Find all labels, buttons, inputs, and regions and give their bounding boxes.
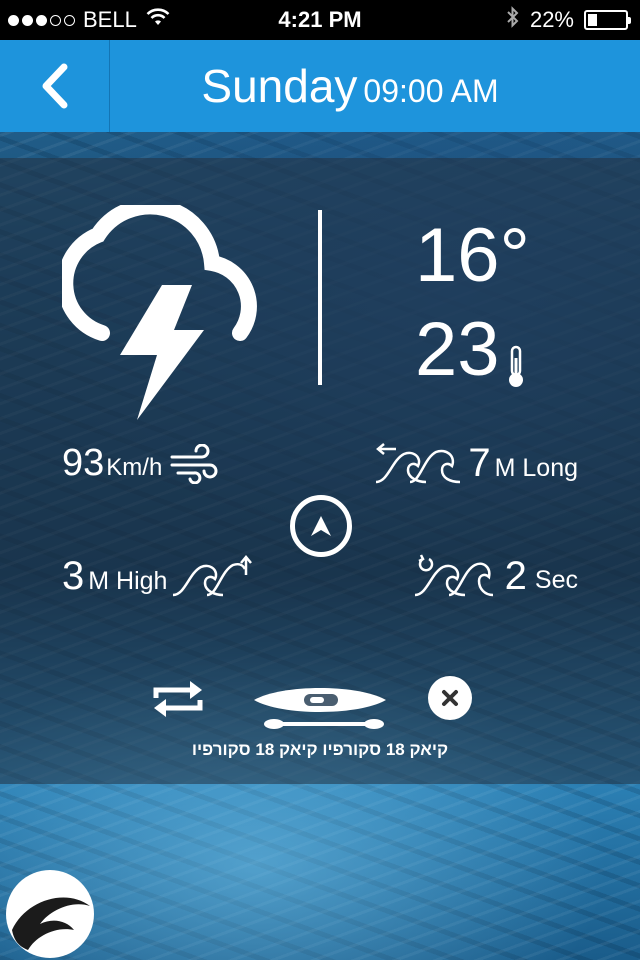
battery-percent: 22% <box>529 7 574 32</box>
wave-height: 3 M High <box>62 553 253 599</box>
kayak-icon <box>252 680 388 737</box>
forecast-time: 09:00 AM <box>363 73 499 109</box>
bluetooth-icon <box>506 6 520 34</box>
thunderstorm-icon <box>57 198 262 425</box>
wind-icon <box>170 443 218 484</box>
divider <box>318 210 322 385</box>
repeat-button[interactable] <box>150 678 206 725</box>
close-button[interactable] <box>428 676 472 720</box>
wave-period-value: 2 <box>504 553 527 598</box>
thermometer-icon <box>508 345 523 387</box>
wind-speed-unit: Km/h <box>106 453 163 481</box>
forecast-day: Sunday <box>201 60 358 112</box>
repeat-icon <box>153 681 203 717</box>
swell-length: 7 M Long <box>374 440 578 486</box>
page-title: Sunday 09:00 AM <box>110 59 640 113</box>
close-icon <box>442 690 458 706</box>
temperature-secondary-row: 23 <box>415 312 528 388</box>
back-button[interactable] <box>0 40 110 132</box>
wave-height-unit: M High <box>88 566 168 595</box>
wave-logo-icon <box>12 897 90 950</box>
wave-high-icon <box>173 555 253 597</box>
activity-label: קיאק 18 סקורפיו קיאק 18 סקורפיו <box>191 740 449 759</box>
battery-icon <box>584 10 631 30</box>
temperature-secondary: 23 <box>415 307 500 392</box>
compass-button[interactable] <box>290 495 352 557</box>
app-logo[interactable] <box>6 870 94 958</box>
wave-long-icon <box>376 443 461 484</box>
temperature-primary: 16° <box>415 213 530 298</box>
wave-height-value: 3 <box>62 553 85 598</box>
swell-length-unit: M Long <box>494 453 578 482</box>
navigation-arrow-icon <box>311 516 331 536</box>
swell-length-value: 7 <box>468 440 491 485</box>
wind-speed: 93 Km/h <box>62 442 218 485</box>
chevron-left-icon <box>42 63 67 109</box>
header-bar: Sunday 09:00 AM <box>0 40 640 132</box>
wave-period-icon <box>414 554 493 597</box>
wind-speed-value: 93 <box>62 442 105 484</box>
status-bar: BELL 4:21 PM 22% <box>0 0 640 40</box>
wave-period: 2 Sec <box>413 553 578 599</box>
wave-period-unit: Sec <box>534 565 578 594</box>
